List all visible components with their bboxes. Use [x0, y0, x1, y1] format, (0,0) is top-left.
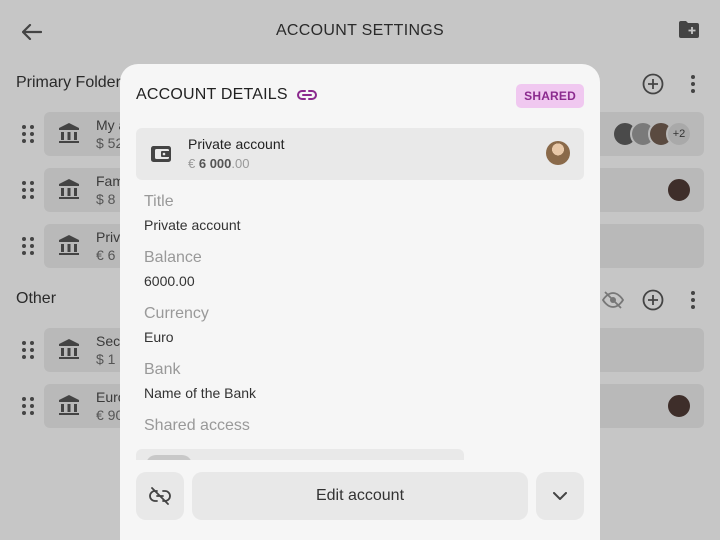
drag-handle-icon[interactable] [20, 180, 36, 200]
account-amount: € 6 [96, 247, 116, 263]
title-value: Private account [144, 217, 241, 233]
drag-handle-icon[interactable] [20, 396, 36, 416]
bank-label: Bank [144, 361, 181, 378]
top-bar: ACCOUNT SETTINGS [0, 0, 720, 64]
wallet-icon [151, 146, 171, 162]
bank-icon [59, 235, 79, 255]
currency-symbol: € [188, 156, 196, 171]
balance-decimal: .00 [231, 156, 250, 171]
account-name: Sec [96, 333, 121, 349]
plus-circle-icon [642, 289, 664, 311]
expand-button[interactable] [536, 472, 584, 520]
avatars-more-count: +2 [666, 121, 692, 147]
edit-account-button[interactable]: Edit account [192, 472, 528, 520]
account-amount: $ 1 [96, 351, 116, 367]
balance-value: 6000.00 [144, 273, 195, 289]
shared-access-label: Shared access [144, 417, 250, 434]
bank-icon [59, 339, 79, 359]
chevron-down-icon [553, 491, 567, 500]
unshare-button[interactable] [136, 472, 184, 520]
primary-section-actions [640, 71, 706, 97]
more-vertical-icon [691, 75, 695, 93]
account-summary-card: Private account € 6 000.00 [136, 128, 584, 180]
shared-avatars [666, 393, 692, 419]
more-vertical-icon [691, 291, 695, 309]
account-details-sheet: ACCOUNT DETAILS SHARED Private account €… [120, 64, 600, 540]
card-account-balance: € 6 000.00 [188, 156, 249, 171]
drag-handle-icon[interactable] [20, 124, 36, 144]
avatar [666, 177, 692, 203]
avatar [666, 393, 692, 419]
currency-value: Euro [144, 329, 174, 345]
section-title-primary: Primary Folder [16, 74, 121, 91]
sheet-footer: Edit account [120, 460, 600, 540]
unlink-icon [149, 487, 171, 505]
add-account-button[interactable] [640, 287, 666, 313]
page-title: ACCOUNT SETTINGS [275, 22, 445, 39]
shared-avatars: +2 [612, 121, 692, 147]
sheet-header: ACCOUNT DETAILS [136, 86, 318, 104]
more-menu-button[interactable] [680, 287, 706, 313]
plus-circle-icon [642, 73, 664, 95]
section-title-other: Other [16, 290, 57, 307]
drag-handle-icon[interactable] [20, 340, 36, 360]
avatar [546, 141, 570, 165]
card-account-name: Private account [188, 136, 285, 152]
shared-badge: SHARED [516, 84, 584, 108]
more-menu-button[interactable] [680, 71, 706, 97]
add-folder-button[interactable] [678, 20, 702, 44]
shared-avatars [666, 177, 692, 203]
account-amount: $ 8 [96, 191, 116, 207]
balance-label: Balance [144, 249, 202, 266]
eye-off-icon [602, 291, 624, 309]
account-name: Priv [96, 229, 121, 245]
currency-label: Currency [144, 305, 209, 322]
bank-value: Name of the Bank [144, 385, 257, 401]
title-label: Title [144, 193, 174, 210]
bank-icon [59, 123, 79, 143]
other-section-actions [600, 287, 706, 313]
bank-icon [59, 179, 79, 199]
add-account-button[interactable] [640, 71, 666, 97]
folder-plus-icon [679, 21, 699, 38]
balance-whole: 6 000 [198, 156, 232, 171]
link-icon[interactable] [296, 88, 318, 102]
toggle-visibility-button[interactable] [600, 287, 626, 313]
sheet-title: ACCOUNT DETAILS [136, 86, 288, 103]
bank-icon [59, 395, 79, 415]
drag-handle-icon[interactable] [20, 236, 36, 256]
